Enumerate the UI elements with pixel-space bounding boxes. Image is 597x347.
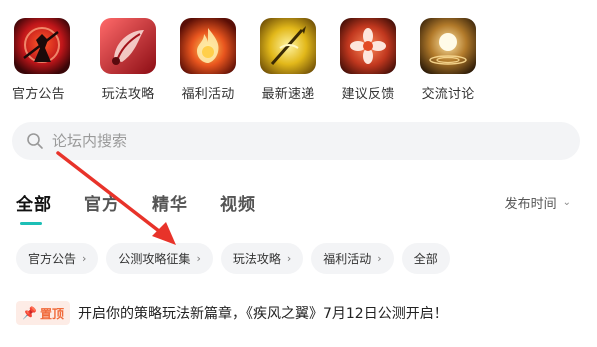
search-input[interactable] [52, 132, 532, 150]
tab-all[interactable]: 全部 [16, 190, 52, 225]
chevron-right-icon: › [286, 252, 292, 265]
shortcut-label: 福利活动 [181, 87, 235, 102]
shortcut-label: 建议反馈 [341, 87, 395, 102]
shortcut-label: 交流讨论 [421, 87, 475, 102]
shortcut-row: 官方公告 玩法攻略 福利活动 最新速递 建议反馈 交流讨论 [12, 18, 488, 102]
shortcut-discussion[interactable]: 交流讨论 [408, 18, 488, 102]
flower-icon [340, 18, 396, 74]
pinned-badge: 📌 置顶 [16, 301, 70, 325]
scroll-icon [100, 18, 156, 74]
pinned-badge-label: 置顶 [39, 306, 64, 321]
chip-label: 官方公告 [28, 252, 77, 266]
pinned-post[interactable]: 📌 置顶 开启你的策略玩法新篇章，《疾风之翼》7月12日公测开启！ [16, 301, 448, 325]
chip-gameplay-guides[interactable]: 玩法攻略 › [220, 243, 304, 274]
sort-dropdown[interactable]: 发布时间 ⌄ [505, 193, 571, 212]
chevron-right-icon: › [377, 252, 382, 265]
chevron-right-icon: › [196, 252, 201, 265]
chip-label: 全部 [413, 252, 438, 266]
tab-featured[interactable]: 精华 [152, 190, 188, 215]
search-icon [26, 132, 44, 150]
chip-welfare-events[interactable]: 福利活动 › [311, 243, 394, 274]
shortcut-label: 最新速递 [261, 87, 315, 102]
spear-icon [260, 18, 316, 74]
shortcut-latest-news[interactable]: 最新速递 [248, 18, 328, 102]
chip-all[interactable]: 全部 [401, 243, 450, 274]
category-chips: 官方公告 › 公测攻略征集 › 玩法攻略 › 福利活动 › 全部 [16, 243, 458, 274]
chip-beta-guide-contest[interactable]: 公测攻略征集 › [106, 243, 213, 274]
shortcut-official-announcements[interactable]: 官方公告 [12, 18, 88, 102]
shortcut-label: 玩法攻略 [101, 87, 155, 102]
flame-icon [180, 18, 236, 74]
chip-official-announcements[interactable]: 官方公告 › [16, 243, 99, 274]
content-tabs: 全部 官方 精华 视频 [16, 190, 288, 225]
post-title: 开启你的策略玩法新篇章，《疾风之翼》7月12日公测开启！ [77, 306, 448, 322]
orb-icon [420, 18, 476, 74]
pin-icon: 📌 [22, 306, 37, 320]
warrior-icon [14, 18, 70, 74]
chip-label: 公测攻略征集 [118, 252, 191, 266]
shortcut-label: 官方公告 [12, 87, 65, 102]
shortcut-feedback[interactable]: 建议反馈 [328, 18, 408, 102]
tab-official[interactable]: 官方 [84, 190, 120, 215]
chip-label: 玩法攻略 [232, 252, 281, 266]
shortcut-welfare-events[interactable]: 福利活动 [168, 18, 248, 102]
search-bar[interactable] [12, 122, 580, 160]
tab-video[interactable]: 视频 [220, 190, 256, 215]
sort-label: 发布时间 [504, 197, 557, 212]
chevron-down-icon: ⌄ [562, 197, 571, 208]
chevron-right-icon: › [82, 252, 87, 265]
chip-label: 福利活动 [323, 252, 372, 266]
shortcut-gameplay-guides[interactable]: 玩法攻略 [88, 18, 168, 102]
